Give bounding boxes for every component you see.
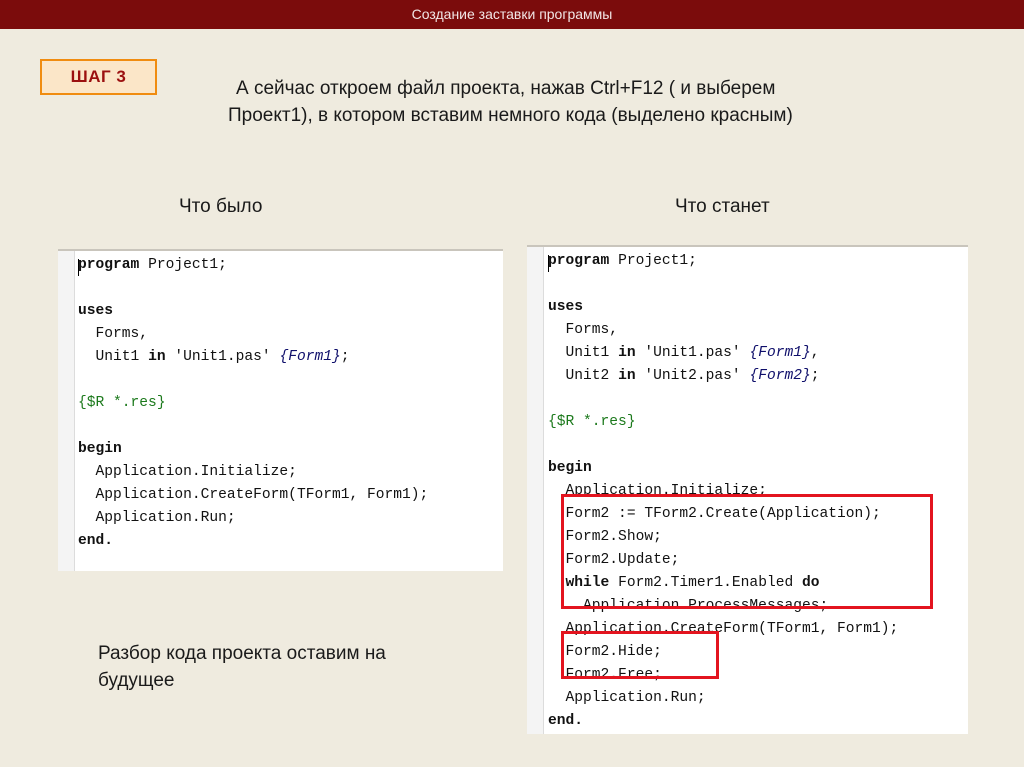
code-token: 'Unit1.pas' xyxy=(635,345,750,361)
inserted-code-highlight-2 xyxy=(561,631,719,679)
code-line: begin xyxy=(548,457,898,480)
code-token: , xyxy=(810,345,820,361)
code-gutter xyxy=(58,251,75,571)
code-comment: {Form1} xyxy=(749,345,811,361)
code-token: Application.Run; xyxy=(78,510,236,526)
code-line: program Project1; xyxy=(78,254,428,277)
code-line: Unit2 in 'Unit2.pas' {Form2}; xyxy=(548,365,898,388)
code-token: Forms, xyxy=(78,326,149,342)
code-directive: {$R *.res} xyxy=(78,395,166,411)
code-token: Application.Run; xyxy=(548,690,706,706)
intro-line-1: А сейчас откроем файл проекта, нажав Ctr… xyxy=(236,78,776,99)
code-line: Application.CreateForm(TForm1, Form1); xyxy=(78,484,429,507)
code-token: 'Unit2.pas' xyxy=(635,368,750,384)
note-text: Разбор кода проекта оставим на будущее xyxy=(98,643,386,691)
code-comment: {Form2} xyxy=(749,368,811,384)
code-keyword: program xyxy=(548,253,610,269)
code-line: Application.Run; xyxy=(548,687,898,710)
code-line: Application.Initialize; xyxy=(78,461,428,484)
code-gutter xyxy=(527,247,544,734)
code-token: Unit1 xyxy=(548,345,619,361)
code-keyword: begin xyxy=(548,460,592,476)
code-keyword: end. xyxy=(548,713,584,729)
code-token: Project1; xyxy=(609,253,697,269)
before-code-panel: program Project1; uses Forms, Unit1 in '… xyxy=(58,249,503,571)
code-line: Unit1 in 'Unit1.pas' {Form1}; xyxy=(78,346,428,369)
code-token: Forms, xyxy=(548,322,619,338)
code-token: Application.CreateForm(TForm1, Form1); xyxy=(78,487,429,503)
code-keyword: end. xyxy=(78,533,114,549)
code-line: end. xyxy=(548,710,898,733)
code-line: uses xyxy=(548,296,898,319)
before-label: Что было xyxy=(179,196,263,217)
code-line: Forms, xyxy=(548,319,898,342)
code-keyword: uses xyxy=(548,299,584,315)
code-token: ; xyxy=(810,368,820,384)
code-token: Project1; xyxy=(139,257,227,273)
code-keyword: uses xyxy=(78,303,114,319)
code-keyword: in xyxy=(618,368,636,384)
code-keyword: in xyxy=(148,349,166,365)
code-line: {$R *.res} xyxy=(548,411,898,434)
code-line: program Project1; xyxy=(548,250,898,273)
code-line: uses xyxy=(78,300,428,323)
code-directive: {$R *.res} xyxy=(548,414,636,430)
code-token: 'Unit1.pas' xyxy=(165,349,280,365)
code-token: Application.Initialize; xyxy=(78,464,297,480)
code-line: {$R *.res} xyxy=(78,392,428,415)
code-line: end. xyxy=(78,530,428,553)
step-badge: ШАГ 3 xyxy=(40,59,157,95)
intro-text: А сейчас откроем файл проекта, нажав Ctr… xyxy=(228,75,956,129)
code-token: Unit1 xyxy=(78,349,149,365)
before-code: program Project1; uses Forms, Unit1 in '… xyxy=(78,254,428,553)
intro-line-2: Проект1), в котором вставим немного кода… xyxy=(228,105,793,126)
after-label: Что станет xyxy=(675,196,770,217)
code-line: Unit1 in 'Unit1.pas' {Form1}, xyxy=(548,342,898,365)
code-keyword: begin xyxy=(78,441,122,457)
code-line: Application.Run; xyxy=(78,507,428,530)
code-keyword: program xyxy=(78,257,140,273)
inserted-code-highlight-1 xyxy=(561,494,933,609)
code-token: ; xyxy=(340,349,350,365)
code-line: Forms, xyxy=(78,323,428,346)
code-comment: {Form1} xyxy=(279,349,341,365)
code-token: Unit2 xyxy=(548,368,619,384)
code-line: begin xyxy=(78,438,428,461)
slide-title: Создание заставки программы xyxy=(411,6,613,22)
slide-title-bar: Создание заставки программы xyxy=(0,0,1024,29)
code-keyword: in xyxy=(618,345,636,361)
after-code-panel: program Project1; uses Forms, Unit1 in '… xyxy=(527,245,968,734)
